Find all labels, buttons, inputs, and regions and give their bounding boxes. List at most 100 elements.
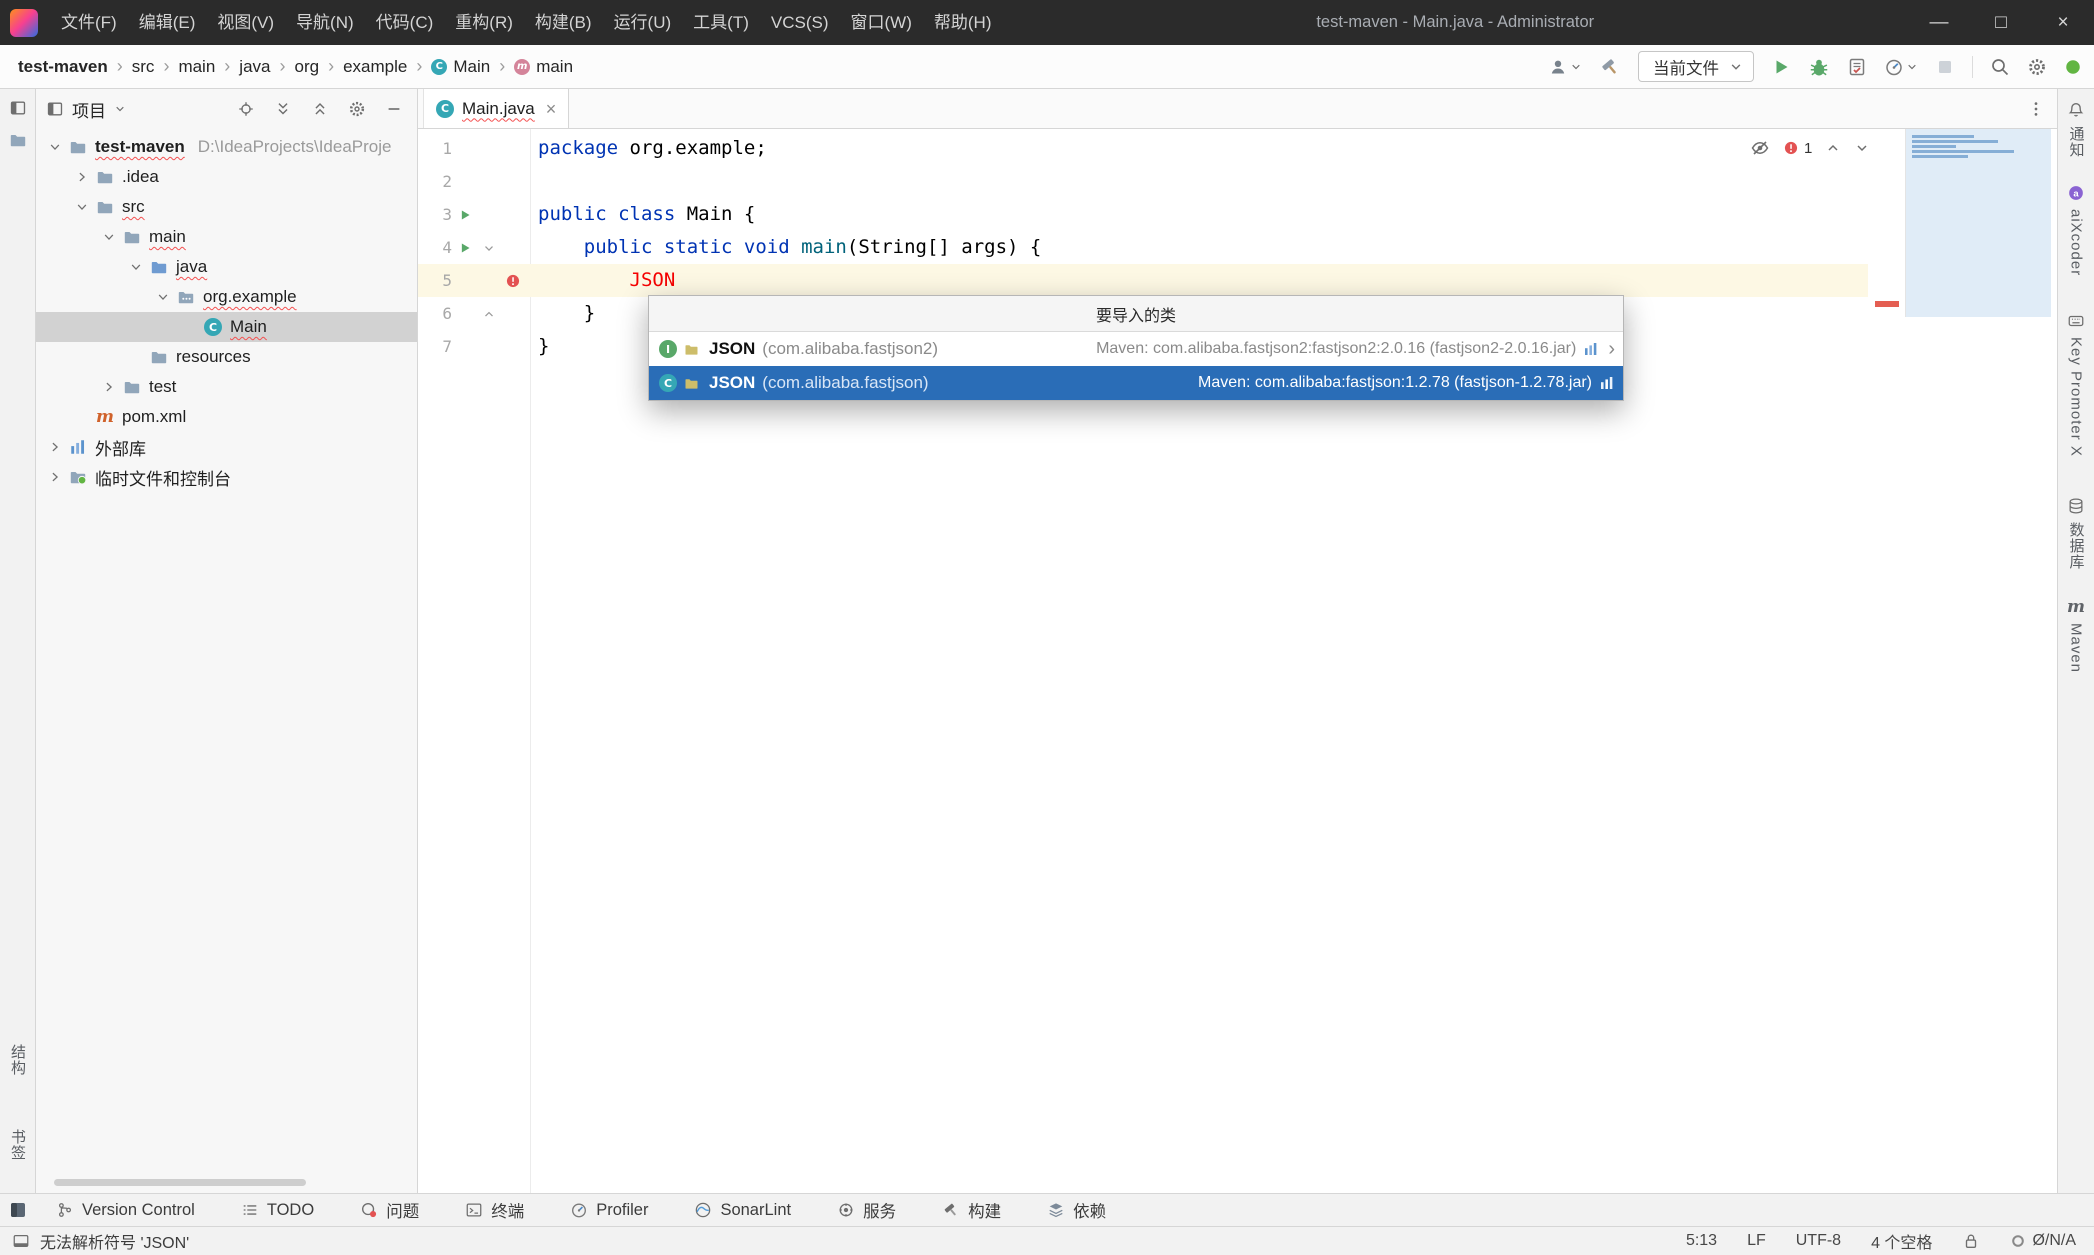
highlight-level-icon[interactable] bbox=[1750, 138, 1770, 158]
readonly-lock-icon[interactable] bbox=[1962, 1232, 1980, 1250]
menu-item-6[interactable]: 构建(B) bbox=[524, 0, 603, 45]
chevron-down-icon[interactable] bbox=[114, 103, 126, 115]
minimize-button[interactable]: — bbox=[1908, 0, 1970, 45]
tree-item-6[interactable]: CMain bbox=[36, 312, 417, 342]
panel-settings-icon[interactable] bbox=[348, 100, 366, 118]
menu-item-1[interactable]: 编辑(E) bbox=[128, 0, 207, 45]
code-text[interactable]: } bbox=[538, 330, 549, 363]
tab-options-icon[interactable] bbox=[2027, 100, 2045, 118]
code-text[interactable]: public static void main(String[] args) { bbox=[538, 231, 1041, 264]
tree-item-5[interactable]: org.example bbox=[36, 282, 417, 312]
code-text[interactable]: JSON bbox=[538, 264, 675, 297]
gutter-run[interactable] bbox=[452, 241, 478, 255]
run-button[interactable] bbox=[1771, 57, 1791, 77]
stripe-kpx[interactable]: Key Promoter X bbox=[2067, 312, 2085, 457]
plugin-status-icon[interactable] bbox=[2064, 58, 2082, 76]
close-button[interactable]: × bbox=[2032, 0, 2094, 45]
menu-item-0[interactable]: 文件(F) bbox=[50, 0, 128, 45]
tree-item-4[interactable]: java bbox=[36, 252, 417, 282]
build-project-button[interactable] bbox=[1599, 56, 1621, 78]
stripe-database[interactable]: 数据库 bbox=[2066, 497, 2087, 570]
caret-position[interactable]: 5:13 bbox=[1686, 1232, 1717, 1250]
toolwindow-dependencies[interactable]: 依赖 bbox=[1047, 1198, 1106, 1222]
close-tab-icon[interactable]: × bbox=[546, 100, 557, 118]
gutter-run[interactable] bbox=[452, 208, 478, 222]
toolwindow-branch[interactable]: Version Control bbox=[56, 1201, 195, 1220]
tool-window-switcher-icon[interactable] bbox=[8, 1200, 28, 1220]
tab-main-java[interactable]: C Main.java × bbox=[423, 89, 569, 128]
stripe-bottom-0[interactable]: 结构 bbox=[7, 1044, 28, 1076]
indent-style[interactable]: 4 个空格 bbox=[1871, 1229, 1932, 1253]
line-separator[interactable]: LF bbox=[1747, 1232, 1766, 1250]
tree-item-9[interactable]: mpom.xml bbox=[36, 402, 417, 432]
stop-button[interactable] bbox=[1935, 57, 1955, 77]
error-count-badge[interactable]: 1 bbox=[1783, 140, 1812, 157]
memory-indicator[interactable]: Ø/N/A bbox=[2010, 1232, 2076, 1250]
breadcrumb-item-4[interactable]: org bbox=[294, 57, 319, 77]
breadcrumb-item-0[interactable]: test-maven bbox=[18, 57, 108, 77]
tree-item-7[interactable]: resources bbox=[36, 342, 417, 372]
tree-item-10[interactable]: 外部库 bbox=[36, 432, 417, 462]
maximize-button[interactable]: □ bbox=[1970, 0, 2032, 45]
stripe-bottom-1[interactable]: 书签 bbox=[7, 1129, 28, 1161]
next-error-icon[interactable] bbox=[1854, 140, 1870, 156]
import-option-1[interactable]: CJSON(com.alibaba.fastjson)Maven: com.al… bbox=[649, 366, 1623, 400]
code-text[interactable]: } bbox=[538, 297, 595, 330]
breadcrumb-item-5[interactable]: example bbox=[343, 57, 407, 77]
breadcrumb-item-6[interactable]: CMain bbox=[431, 57, 490, 77]
tree-item-3[interactable]: main bbox=[36, 222, 417, 252]
hide-panel-icon[interactable] bbox=[385, 100, 403, 118]
toggle-panel-icon[interactable] bbox=[12, 1232, 30, 1250]
breadcrumb-item-2[interactable]: main bbox=[178, 57, 215, 77]
toolwindow-problems[interactable]: 问题 bbox=[360, 1198, 419, 1222]
more-chevron[interactable]: › bbox=[1608, 339, 1615, 359]
import-option-0[interactable]: IJSON(com.alibaba.fastjson2)Maven: com.a… bbox=[649, 332, 1623, 366]
locate-file-icon[interactable] bbox=[237, 100, 255, 118]
breadcrumb-item-3[interactable]: java bbox=[239, 57, 270, 77]
run-with-coverage-button[interactable] bbox=[1847, 57, 1867, 77]
expand-all-icon[interactable] bbox=[274, 100, 292, 118]
file-encoding[interactable]: UTF-8 bbox=[1796, 1232, 1841, 1250]
run-config-combo[interactable]: 当前文件 bbox=[1638, 51, 1754, 82]
gutter-fold[interactable] bbox=[478, 307, 500, 321]
menu-item-2[interactable]: 视图(V) bbox=[206, 0, 285, 45]
code-text[interactable]: public class Main { bbox=[538, 198, 755, 231]
toolwindow-terminal[interactable]: 终端 bbox=[465, 1198, 524, 1222]
search-everywhere-button[interactable] bbox=[1990, 57, 2010, 77]
gutter-fold[interactable] bbox=[478, 241, 500, 255]
menu-item-3[interactable]: 导航(N) bbox=[285, 0, 365, 45]
profiler-button[interactable] bbox=[1884, 57, 1918, 77]
toolwindow-sonarlint[interactable]: SonarLint bbox=[694, 1201, 791, 1220]
stripe-aix[interactable]: aaiXcoder bbox=[2067, 184, 2085, 276]
toolwindow-build[interactable]: 构建 bbox=[942, 1198, 1001, 1222]
prev-error-icon[interactable] bbox=[1825, 140, 1841, 156]
menu-item-9[interactable]: VCS(S) bbox=[760, 0, 840, 45]
breadcrumb-item-1[interactable]: src bbox=[132, 57, 155, 77]
breadcrumb-item-7[interactable]: mmain bbox=[514, 57, 573, 77]
toolwindow-profiler[interactable]: Profiler bbox=[570, 1201, 648, 1220]
tree-item-11[interactable]: 临时文件和控制台 bbox=[36, 462, 417, 492]
menu-item-7[interactable]: 运行(U) bbox=[603, 0, 683, 45]
menu-item-5[interactable]: 重构(R) bbox=[444, 0, 524, 45]
collapse-all-icon[interactable] bbox=[311, 100, 329, 118]
tree-item-1[interactable]: .idea bbox=[36, 162, 417, 192]
toolwindow-services[interactable]: 服务 bbox=[837, 1198, 896, 1222]
tree-item-2[interactable]: src bbox=[36, 192, 417, 222]
tree-item-0[interactable]: test-mavenD:\IdeaProjects\IdeaProje bbox=[36, 132, 417, 162]
folder-stripe-icon[interactable] bbox=[9, 131, 27, 149]
menu-item-4[interactable]: 代码(C) bbox=[365, 0, 445, 45]
debug-button[interactable] bbox=[1808, 56, 1830, 78]
stripe-maven-stripe[interactable]: mMaven bbox=[2067, 598, 2085, 673]
panel-title[interactable]: 项目 bbox=[72, 97, 106, 122]
toolwindow-todo[interactable]: TODO bbox=[241, 1201, 314, 1220]
profile-button[interactable] bbox=[1548, 57, 1582, 77]
menu-item-10[interactable]: 窗口(W) bbox=[840, 0, 923, 45]
tree-item-8[interactable]: test bbox=[36, 372, 417, 402]
code-text[interactable]: package org.example; bbox=[538, 132, 767, 165]
stripe-bell[interactable]: 通知 bbox=[2066, 101, 2087, 158]
menu-item-11[interactable]: 帮助(H) bbox=[923, 0, 1003, 45]
menu-item-8[interactable]: 工具(T) bbox=[682, 0, 760, 45]
horizontal-scrollbar[interactable] bbox=[54, 1179, 306, 1186]
settings-button[interactable] bbox=[2027, 57, 2047, 77]
minimap[interactable] bbox=[1905, 129, 2051, 317]
